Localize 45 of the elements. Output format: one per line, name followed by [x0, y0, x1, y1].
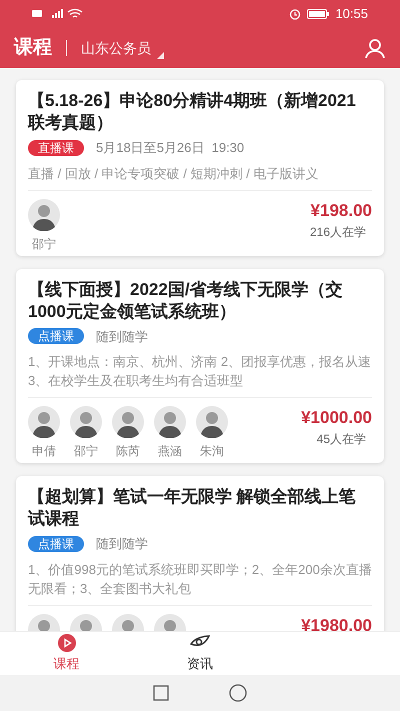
teacher-avatar [28, 406, 60, 438]
course-title: 【超划算】笔试一年无限学 解锁全部线上笔试课程 [28, 486, 357, 530]
user-icon[interactable] [364, 37, 386, 59]
tab-bar-item[interactable]: 课程 [0, 632, 134, 675]
region-selector[interactable]: 山东公务员 [81, 38, 164, 58]
teacher-avatar [112, 406, 144, 438]
play-icon [58, 634, 76, 652]
course-title: 【5.18-26】申论80分精讲4期班（新增2021联考真题） [28, 90, 357, 134]
teacher-name: 朱洵 [200, 443, 224, 460]
teacher-avatar [28, 198, 60, 230]
home-icon[interactable] [229, 684, 247, 702]
teacher-avatar [154, 406, 186, 438]
recent-apps-icon[interactable] [153, 685, 169, 701]
dropdown-corner-icon [157, 52, 164, 58]
teacher-name: 燕涵 [158, 443, 182, 460]
tab-bar-item[interactable]: 资讯 [133, 632, 267, 675]
course-schedule: 随到随学 [96, 328, 148, 346]
battery-icon [307, 9, 330, 19]
course-type-badge: 点播课 [28, 536, 84, 552]
course-description: 1、开课地点：南京、杭州、济南 2、团报享优惠，报名从速 3、在校学生及在职考生均有合适班型 [28, 353, 372, 390]
teacher-name: 申倩 [32, 443, 56, 460]
signal-wifi-icon [32, 8, 84, 20]
alarm-icon [289, 8, 302, 20]
teacher-avatar [196, 406, 228, 438]
status-time: 10:55 [335, 5, 368, 24]
student-count: 216人在学 [310, 224, 366, 240]
course-description: 直播 / 回放 / 申论专项突破 / 短期冲刺 / 电子版讲义 [28, 164, 320, 182]
course-card[interactable]: 【超划算】笔试一年无限学 解锁全部线上笔试课程 点播课 随到随学 1、价值998元的笔试系统班即买即学；2、全年200余次直播无限看；3、全套图书大礼包 ¥1980.00 [16, 476, 384, 631]
course-price: ¥1980.00 [301, 616, 372, 631]
course-type-badge: 点播课 [28, 328, 84, 344]
course-card[interactable]: 【线下面授】2022国/省考线下无限学（交1000元定金领笔试系统班） 点播课 随到随学 1、开课地点：南京、杭州、济南 2、团报享优惠，报名从速 3、在校学生及在职考生均有合适班型 申倩 邵宁 陈芮 燕涵 朱洵 ¥1000.00 45人在学 [16, 268, 384, 463]
course-schedule: 随到随学 [96, 535, 148, 553]
course-type-badge: 直播课 [28, 140, 84, 156]
teacher-name: 邵宁 [74, 443, 98, 460]
teacher-name: 陈芮 [116, 443, 140, 460]
course-price: ¥1000.00 [301, 408, 372, 428]
teacher-name: 邵宁 [32, 236, 56, 252]
course-price: ¥198.00 [310, 200, 372, 220]
course-description: 1、价值998元的笔试系统班即买即学；2、全年200余次直播无限看；3、全套图书大礼包 [28, 560, 372, 598]
teacher-avatar [70, 406, 102, 438]
course-card[interactable]: 【5.18-26】申论80分精讲4期班（新增2021联考真题） 直播课 5月18日至5月26日 19:30 直播 / 回放 / 申论专项突破 / 短期冲刺 / 电子版讲义 邵宁 ¥198.00 216人在学 [16, 80, 384, 256]
course-schedule: 5月18日至5月26日 19:30 [96, 139, 244, 157]
course-title: 【线下面授】2022国/省考线下无限学（交1000元定金领笔试系统班） [28, 278, 344, 322]
page-title: 课程 [14, 36, 52, 60]
student-count: 45人在学 [316, 431, 366, 448]
